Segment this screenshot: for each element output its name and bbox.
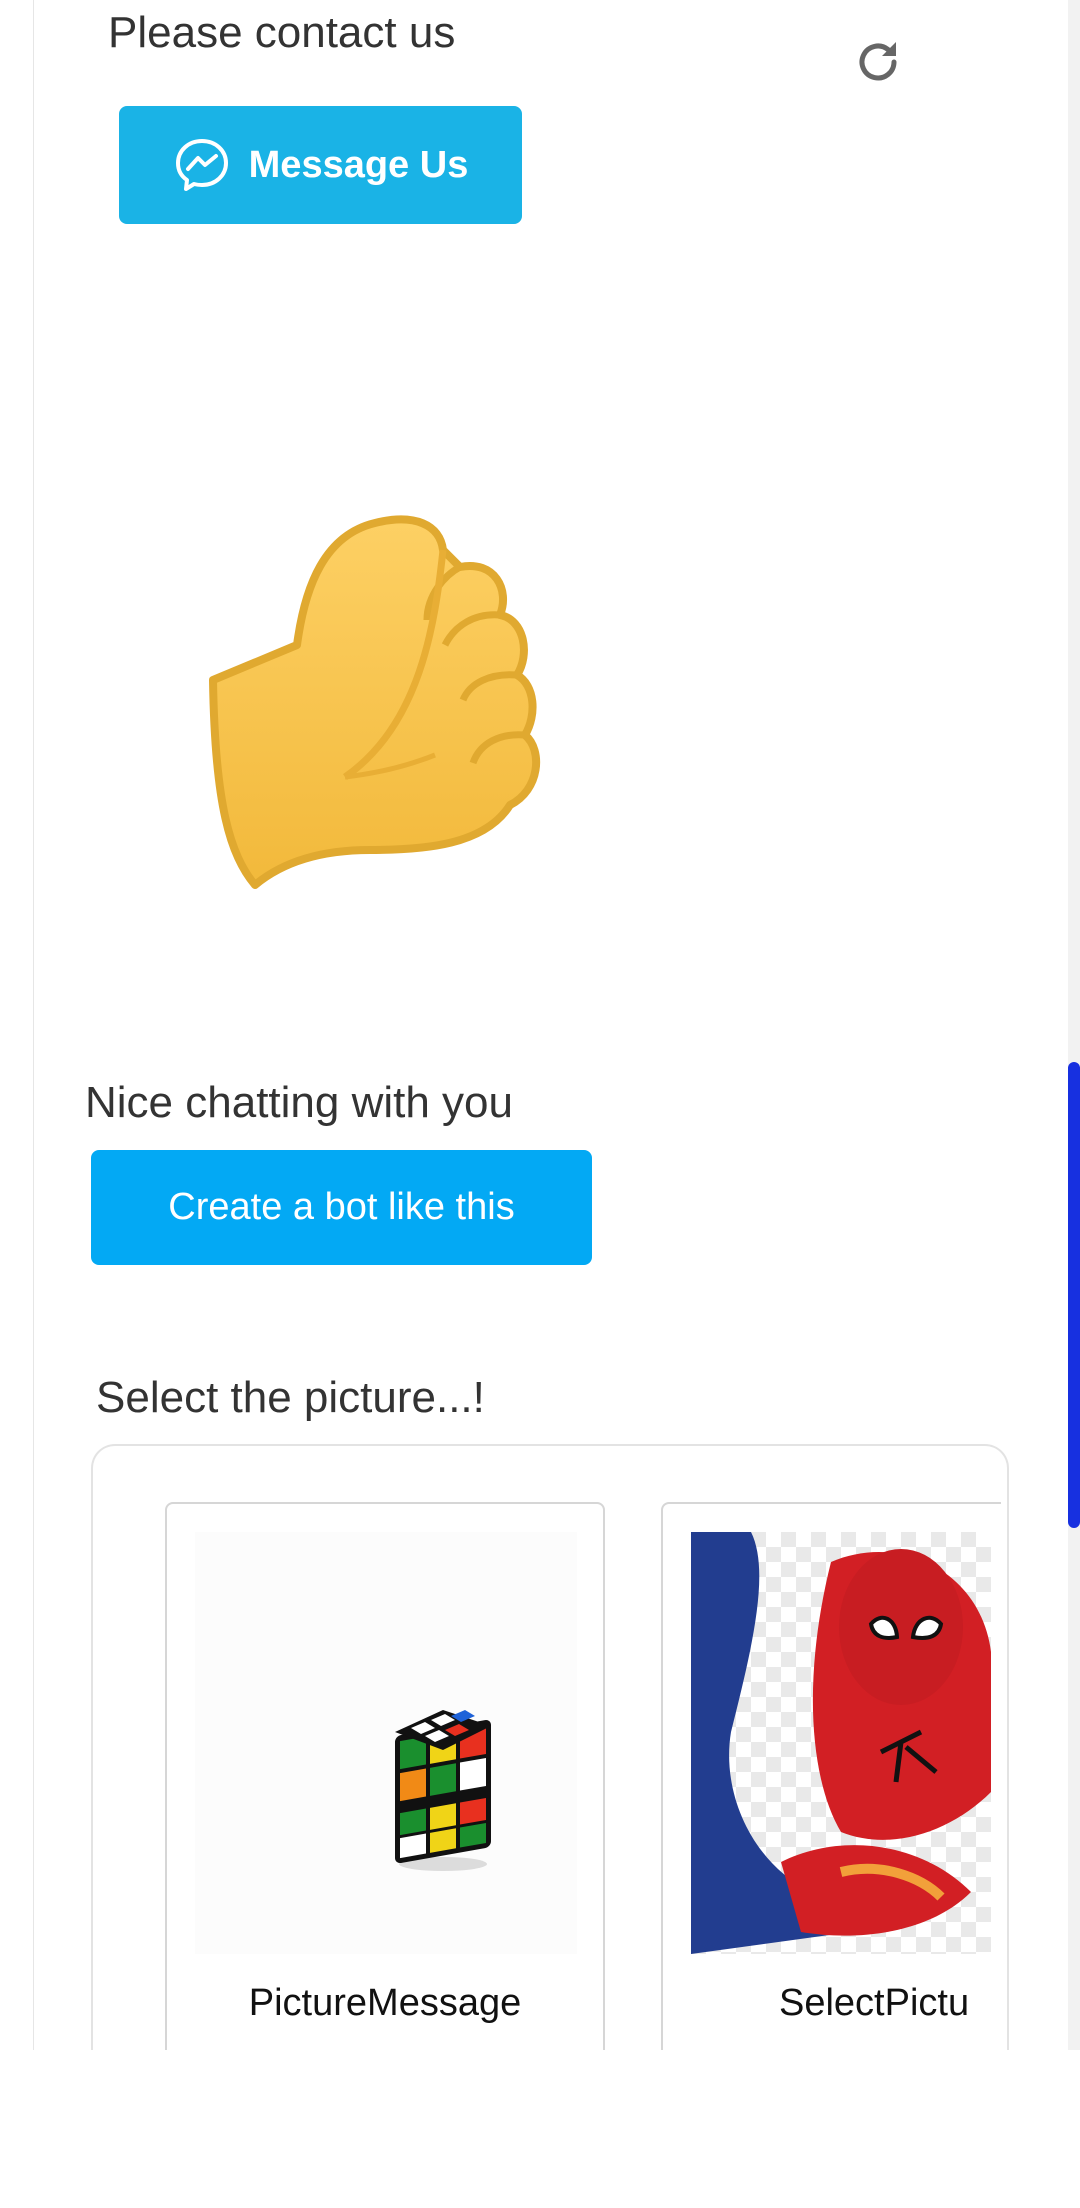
refresh-icon[interactable] (852, 36, 904, 88)
scrollbar-thumb[interactable] (1068, 1062, 1080, 1528)
contact-message: Please contact us (108, 8, 456, 57)
picture-card[interactable]: PictureMessage (165, 1502, 605, 2084)
picture-card[interactable]: SelectPictu (661, 1502, 1001, 2084)
message-us-button[interactable]: Message Us (119, 106, 522, 224)
bottom-blank-area (0, 2050, 1080, 2208)
message-us-label: Message Us (248, 143, 469, 186)
chat-left-border (33, 0, 34, 2050)
picture-prompt: Select the picture...! (96, 1373, 485, 1422)
picture-carousel[interactable]: PictureMessage SelectPictu (91, 1444, 1009, 2084)
create-bot-button[interactable]: Create a bot like this (91, 1150, 592, 1265)
scrollbar-track[interactable] (1068, 0, 1080, 2050)
fist-emoji (209, 515, 541, 889)
rubiks-cube-image (195, 1532, 577, 1954)
messenger-icon (175, 139, 228, 191)
closing-message: Nice chatting with you (85, 1078, 513, 1127)
spider-man-image (691, 1532, 991, 1954)
picture-card-caption: SelectPictu (779, 1982, 970, 2024)
picture-card-caption: PictureMessage (248, 1982, 522, 2024)
